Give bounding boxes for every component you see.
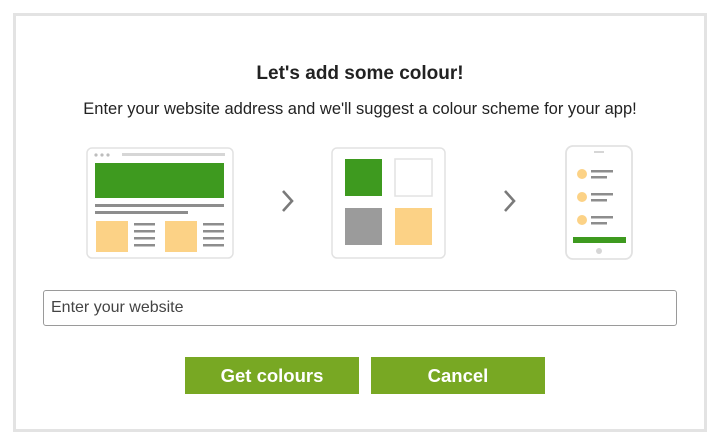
website-input[interactable]	[43, 290, 677, 326]
website-mockup-icon	[86, 147, 234, 259]
cancel-button[interactable]: Cancel	[371, 357, 545, 394]
colour-palette-icon	[331, 147, 446, 259]
dialog-subtitle: Enter your website address and we'll sug…	[83, 100, 637, 118]
chevron-right-icon	[282, 190, 294, 212]
get-colours-button[interactable]: Get colours	[185, 357, 359, 394]
colour-dialog: Let's add some colour! Enter your websit…	[13, 13, 707, 432]
phone-app-icon	[565, 145, 633, 260]
chevron-right-icon	[504, 190, 516, 212]
dialog-title: Let's add some colour!	[256, 63, 464, 84]
